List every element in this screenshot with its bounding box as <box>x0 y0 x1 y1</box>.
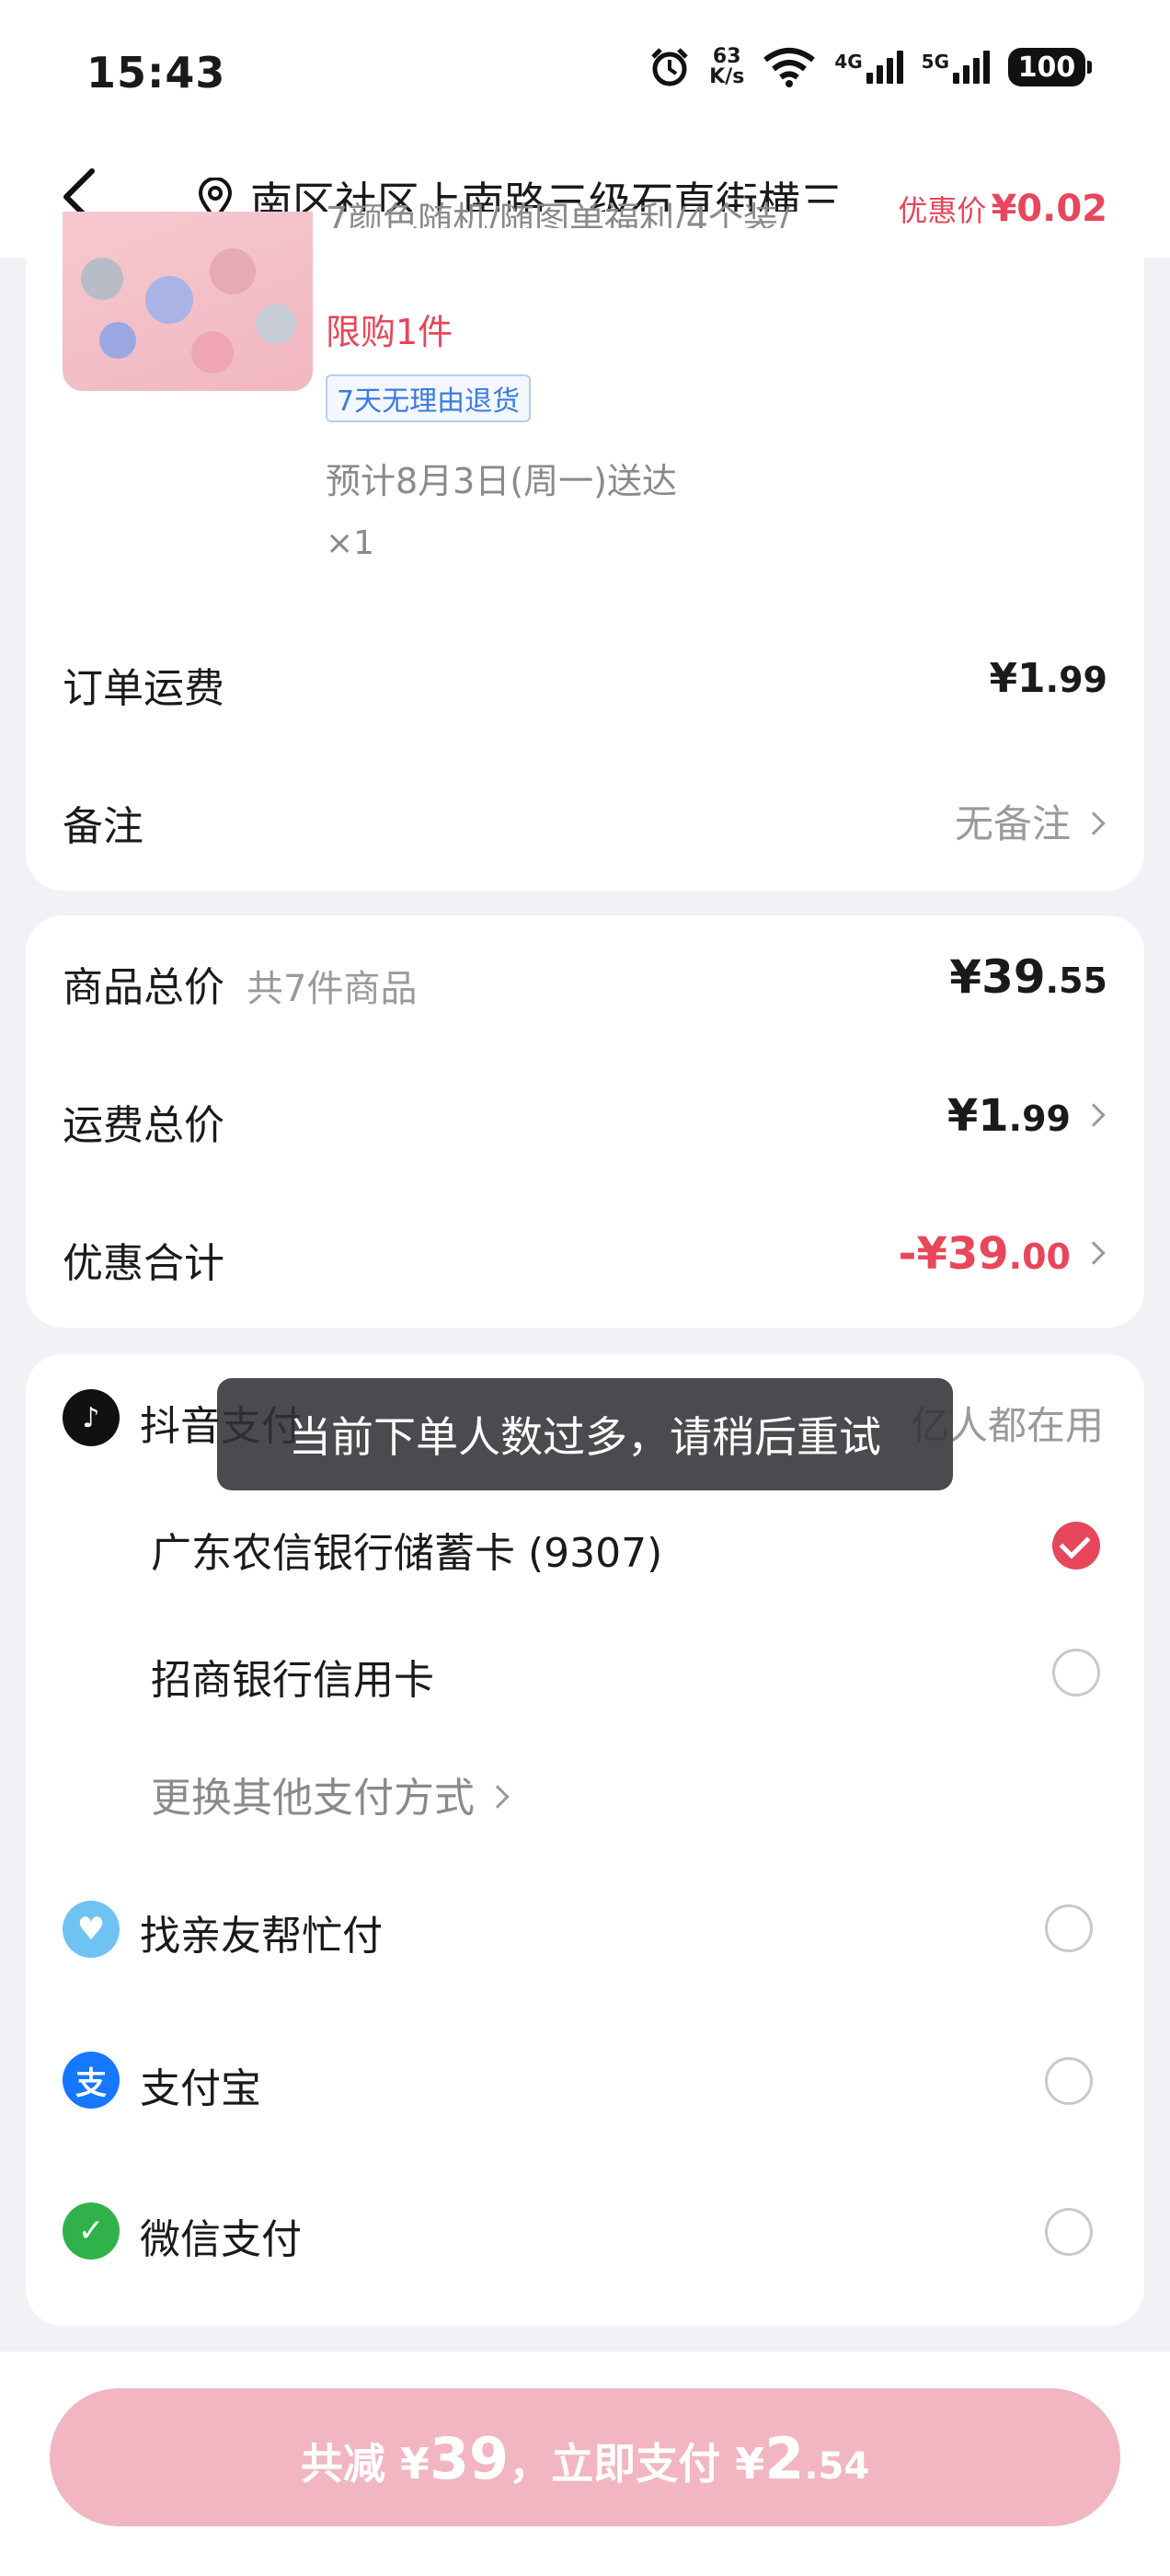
freight-total-label: 运费总价 <box>63 1102 224 1149</box>
discount-total-label: 优惠合计 <box>63 1240 224 1287</box>
bank-card-radio-selected[interactable] <box>1052 1522 1100 1570</box>
promo-price: 优惠价 ¥0.02 <box>898 188 1107 228</box>
friend-pay-label: 找亲友帮忙付 <box>140 1913 383 1960</box>
chevron-right-icon <box>1082 811 1106 835</box>
bank-card-label: 招商银行信用卡 <box>151 1657 434 1704</box>
alipay-radio[interactable] <box>1045 2057 1093 2105</box>
delivery-estimate: 预计8月3日(周一)送达 <box>326 461 678 501</box>
signal-5g-icon: 5G <box>922 51 990 84</box>
pay-now-button[interactable]: 共减 ¥39 ，立即支付 ¥2.54 <box>50 2388 1120 2526</box>
friend-pay-heart-icon: ♥ <box>63 1901 120 1958</box>
bank-card-radio[interactable] <box>1052 1649 1100 1696</box>
other-payment-link[interactable]: 更换其他支付方式 <box>151 1765 510 1823</box>
alipay-logo-icon: 支 <box>63 2052 120 2109</box>
return-policy-tag: 7天无理由退货 <box>326 374 532 422</box>
shipping-value: ¥1.99 <box>989 655 1107 702</box>
goods-total-value: ¥39.55 <box>949 950 1107 1004</box>
order-card: 7颜色随机/随图单福利/4个装/ 优惠价 ¥0.02 限购1件 7天无理由退货 … <box>26 188 1144 891</box>
status-icons: 63 K/s 4G 5G 100 <box>648 45 1092 88</box>
price-summary-card: 商品总价 共7件商品 ¥39.55 运费总价 ¥1.99 优惠合计 -¥39.0… <box>26 915 1144 1328</box>
wifi-icon <box>763 48 816 87</box>
wechat-pay-logo-icon: ✓ <box>63 2202 120 2260</box>
shipping-label: 订单运费 <box>63 665 224 712</box>
alarm-icon <box>651 48 688 86</box>
note-label: 备注 <box>63 803 143 850</box>
alipay-label: 支付宝 <box>140 2065 261 2112</box>
douyin-logo-icon: ♪ <box>63 1389 120 1446</box>
product-image <box>63 212 313 391</box>
wechat-pay-radio[interactable] <box>1045 2208 1093 2256</box>
payment-card: ♪ 抖音支付 亿人都在用 广东农信银行储蓄卡 (9307) 招商银行信用卡 更换… <box>26 1354 1144 2326</box>
note-value[interactable]: 无备注 <box>955 793 1106 849</box>
discount-total-value[interactable]: -¥39.00 <box>899 1228 1106 1280</box>
status-bar: 15:43 63 K/s 4G 5G 100 <box>0 0 1170 138</box>
network-speed: 63 K/s <box>709 45 745 88</box>
chevron-right-icon <box>486 1785 510 1809</box>
goods-total-label: 商品总价 共7件商品 <box>63 964 418 1011</box>
purchase-limit: 限购1件 <box>326 312 453 352</box>
product-quantity: ×1 <box>326 524 375 562</box>
chevron-right-icon <box>1082 1103 1106 1127</box>
status-time: 15:43 <box>86 48 226 98</box>
wechat-pay-label: 微信支付 <box>140 2216 302 2263</box>
bank-card-label: 广东农信银行储蓄卡 (9307) <box>151 1530 663 1577</box>
freight-total-value[interactable]: ¥1.99 <box>947 1090 1106 1142</box>
error-toast: 当前下单人数过多，请稍后重试 <box>217 1378 953 1490</box>
signal-4g-icon: 4G <box>834 51 903 84</box>
bottom-pay-bar: 共减 ¥39 ，立即支付 ¥2.54 <box>0 2352 1170 2576</box>
chevron-right-icon <box>1082 1241 1106 1265</box>
battery-icon: 100 <box>1008 48 1092 86</box>
friend-pay-radio[interactable] <box>1045 1904 1093 1952</box>
product-spec: 7颜色随机/随图单福利/4个装/ <box>326 200 790 228</box>
